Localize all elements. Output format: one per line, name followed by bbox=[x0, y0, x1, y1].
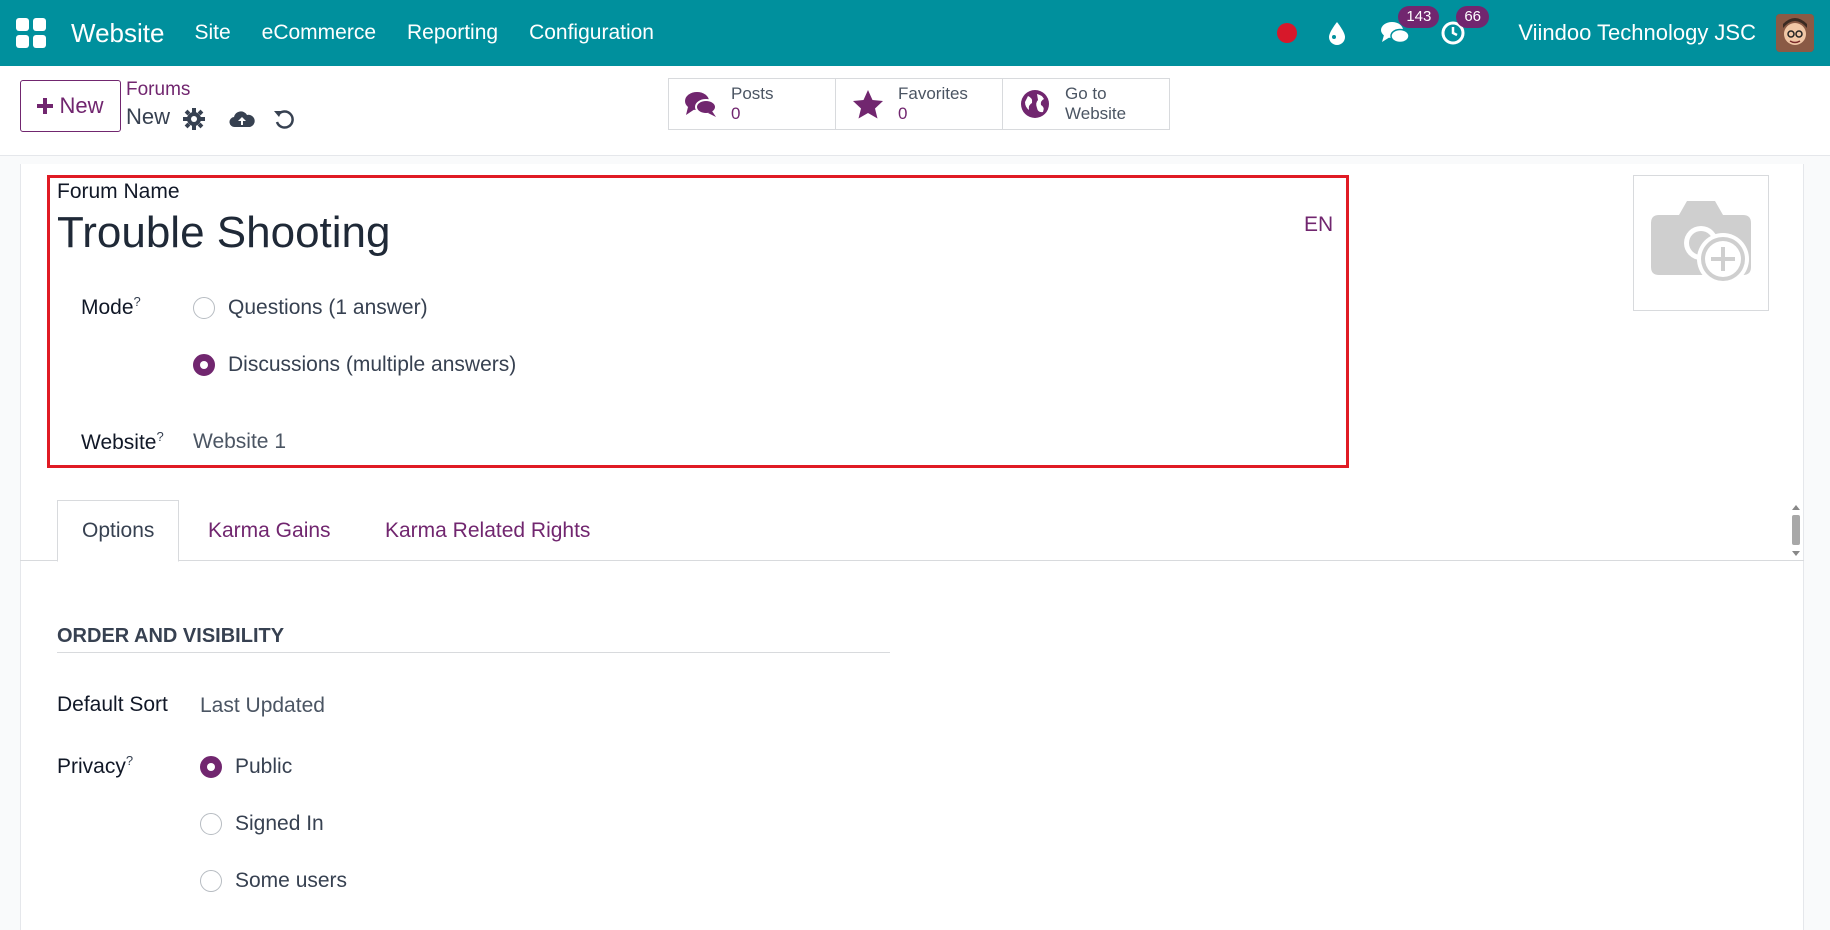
discard-icon[interactable] bbox=[271, 106, 297, 132]
user-avatar[interactable] bbox=[1776, 14, 1814, 52]
posts-count: 0 bbox=[731, 104, 741, 123]
drop-icon[interactable] bbox=[1322, 18, 1352, 48]
breadcrumb-forums[interactable]: Forums bbox=[126, 79, 190, 101]
website-help-mark[interactable]: ? bbox=[156, 429, 163, 444]
mode-label: Mode? bbox=[81, 294, 141, 319]
save-cloud-icon[interactable] bbox=[229, 106, 255, 132]
favorites-smart-button[interactable]: Favorites 0 bbox=[835, 78, 1003, 130]
tab-options[interactable]: Options bbox=[57, 500, 180, 562]
forum-name-input[interactable]: Trouble Shooting bbox=[57, 208, 390, 258]
tab-karma-gains[interactable]: Karma Gains bbox=[208, 500, 331, 561]
navbar-systray: 143 66 Viindoo Technology JSC bbox=[1277, 0, 1830, 66]
camera-plus-icon bbox=[1651, 201, 1751, 285]
company-switcher[interactable]: Viindoo Technology JSC bbox=[1518, 20, 1756, 46]
activities-badge: 66 bbox=[1456, 6, 1489, 28]
website-label: Website bbox=[1065, 104, 1127, 123]
favorites-count: 0 bbox=[898, 104, 908, 123]
mode-option-discussions[interactable]: Discussions (multiple answers) bbox=[193, 353, 516, 377]
tab-karma-related-rights[interactable]: Karma Related Rights bbox=[385, 500, 590, 561]
radio-some-users[interactable] bbox=[200, 870, 222, 892]
chat-icon[interactable]: 143 bbox=[1380, 6, 1440, 48]
new-button-label: New bbox=[59, 93, 104, 118]
section-order-visibility: ORDER AND VISIBILITY bbox=[57, 625, 285, 647]
go-to-website-smart-button[interactable]: Go to Website bbox=[1002, 78, 1170, 130]
mode-questions-label: Questions (1 answer) bbox=[228, 296, 428, 319]
mode-option-questions[interactable]: Questions (1 answer) bbox=[193, 296, 428, 320]
top-navbar: Website Site eCommerce Reporting Configu… bbox=[0, 0, 1830, 66]
go-to-label: Go to bbox=[1065, 84, 1107, 103]
app-name[interactable]: Website bbox=[71, 18, 164, 49]
privacy-some-users-label: Some users bbox=[235, 869, 348, 892]
notebook-tabs: Options Karma Gains Karma Related Rights bbox=[20, 500, 1804, 562]
mode-help-mark[interactable]: ? bbox=[134, 294, 141, 309]
language-button[interactable]: EN bbox=[1304, 213, 1333, 237]
forum-name-label: Forum Name bbox=[57, 180, 180, 203]
breadcrumb-current: New bbox=[126, 104, 171, 129]
posts-smart-button[interactable]: Posts 0 bbox=[668, 78, 836, 130]
default-sort-field[interactable]: Last Updated bbox=[200, 694, 325, 718]
privacy-option-signed-in[interactable]: Signed In bbox=[200, 812, 324, 836]
website-field[interactable]: Website 1 bbox=[193, 430, 286, 454]
globe-icon bbox=[1017, 86, 1053, 122]
privacy-help-mark[interactable]: ? bbox=[126, 753, 133, 768]
default-sort-label: Default Sort bbox=[57, 693, 168, 716]
forum-image-upload[interactable] bbox=[1633, 175, 1769, 311]
gear-icon[interactable] bbox=[181, 106, 207, 132]
privacy-signed-in-label: Signed In bbox=[235, 812, 324, 835]
apps-menu-icon[interactable] bbox=[16, 18, 46, 48]
menu-ecommerce[interactable]: eCommerce bbox=[262, 21, 376, 45]
new-button[interactable]: New bbox=[20, 80, 121, 132]
scrollbar[interactable] bbox=[1790, 503, 1802, 559]
radio-signed-in[interactable] bbox=[200, 813, 222, 835]
section-divider bbox=[57, 652, 890, 653]
privacy-option-some-users[interactable]: Some users bbox=[200, 869, 347, 893]
smart-buttons: Posts 0 Favorites 0 Go to Website bbox=[668, 78, 1170, 130]
privacy-option-public[interactable]: Public bbox=[200, 755, 292, 779]
control-panel: New Forums New Posts 0 Favorites 0 Go to… bbox=[0, 66, 1830, 156]
menu-configuration[interactable]: Configuration bbox=[529, 21, 654, 45]
privacy-label: Privacy? bbox=[57, 753, 134, 778]
comments-icon bbox=[683, 86, 719, 122]
favorites-label: Favorites bbox=[898, 84, 968, 103]
radio-questions[interactable] bbox=[193, 297, 215, 319]
mode-discussions-label: Discussions (multiple answers) bbox=[228, 353, 517, 376]
radio-public[interactable] bbox=[200, 756, 222, 778]
posts-label: Posts bbox=[731, 84, 774, 103]
menu-reporting[interactable]: Reporting bbox=[407, 21, 498, 45]
website-label: Website? bbox=[81, 429, 164, 454]
plus-icon bbox=[37, 98, 54, 114]
activity-clock-icon[interactable]: 66 bbox=[1438, 6, 1489, 48]
record-icon[interactable] bbox=[1277, 23, 1298, 43]
radio-discussions[interactable] bbox=[193, 354, 215, 376]
messages-badge: 143 bbox=[1398, 6, 1440, 28]
privacy-public-label: Public bbox=[235, 755, 293, 778]
star-icon bbox=[850, 86, 886, 122]
menu-site[interactable]: Site bbox=[194, 21, 230, 45]
